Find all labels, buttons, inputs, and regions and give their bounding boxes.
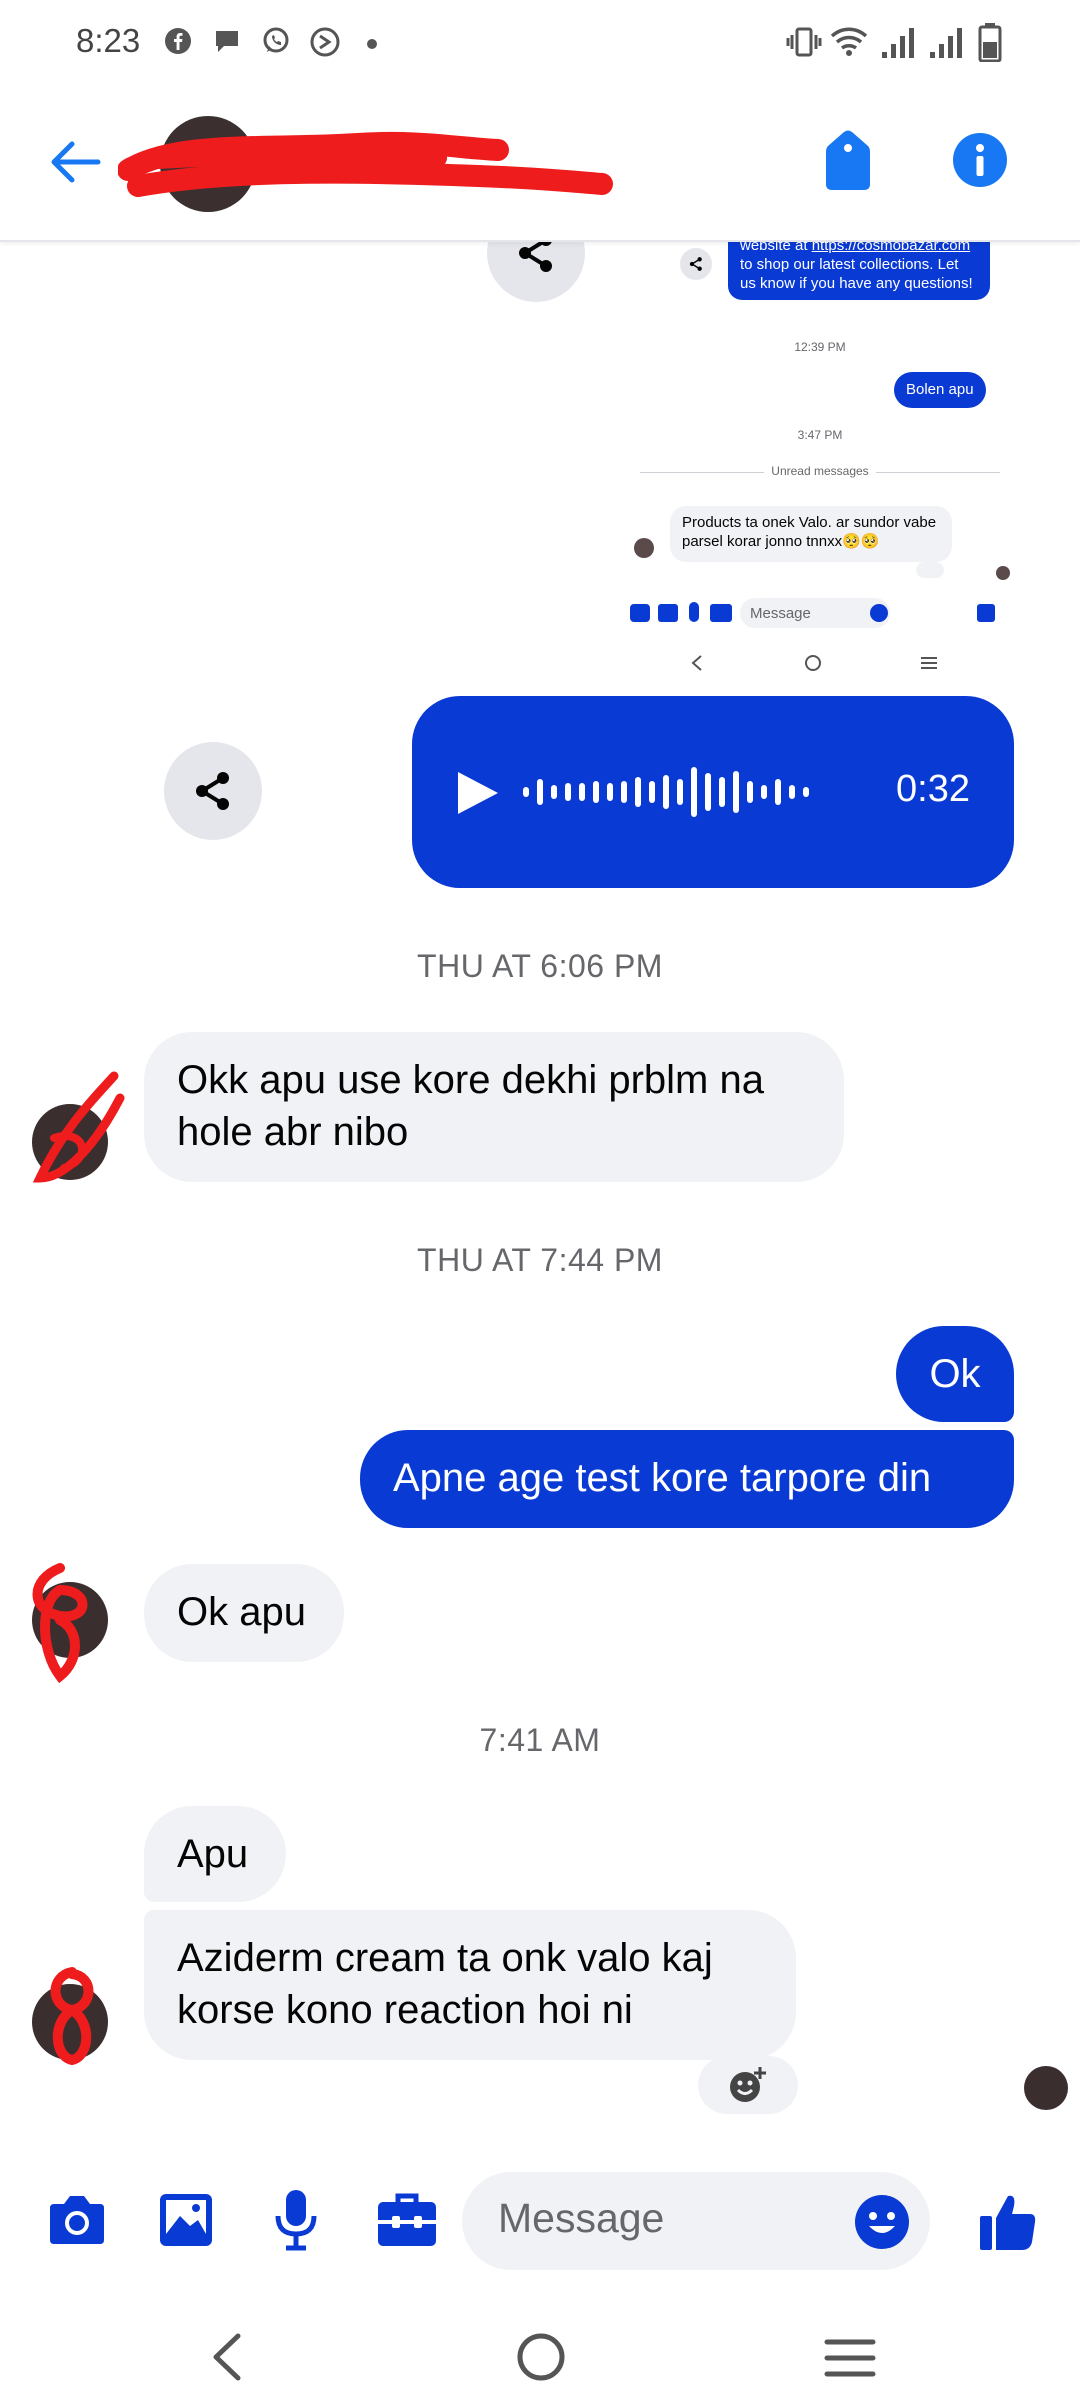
thumb-top-message-link: https://cosmobazar.com xyxy=(811,240,971,254)
signal-strength-sim2-icon xyxy=(930,28,962,58)
shared-screenshot-image[interactable]: website at https://cosmobazar.com to sho… xyxy=(620,240,1020,686)
share-icon xyxy=(196,772,229,810)
add-reaction-button[interactable] xyxy=(698,2056,798,2114)
thumb-react-button xyxy=(916,562,944,578)
status-time: 8:23 xyxy=(76,22,141,59)
thumb-top-message-prefix: website at xyxy=(740,240,812,254)
whatsapp-notification-icon xyxy=(263,27,289,53)
status-bar: 8:23 xyxy=(0,0,1080,88)
audio-waveform xyxy=(523,767,809,817)
back-arrow-icon[interactable] xyxy=(48,138,104,186)
thumb-nav-recents-icon xyxy=(921,657,937,669)
tag-icon[interactable] xyxy=(822,128,874,192)
timestamp: THU AT 6:06 PM xyxy=(417,948,663,984)
thumb-timestamp-2: 3:47 PM xyxy=(797,428,843,442)
incoming-message[interactable]: Okk apu use kore dekhi prblm na hole abr… xyxy=(144,1032,844,1182)
thumb-nav-back-icon xyxy=(691,655,702,671)
camera-icon[interactable] xyxy=(46,2194,108,2248)
thumb-unread-divider: Unread messages xyxy=(771,464,869,478)
nav-recents-icon[interactable] xyxy=(824,2338,876,2378)
thumb-gallery-icon xyxy=(658,604,678,622)
conversation-header xyxy=(0,88,1080,242)
voice-duration: 0:32 xyxy=(896,768,970,810)
thumb-like-icon xyxy=(977,604,995,622)
toolbox-icon[interactable] xyxy=(376,2192,438,2248)
messenger-notification-icon xyxy=(216,31,238,52)
nav-back-icon[interactable] xyxy=(208,2332,244,2382)
info-icon[interactable] xyxy=(952,132,1008,188)
add-reaction-icon xyxy=(730,2067,766,2102)
redaction-scribble xyxy=(118,131,613,197)
thumb-share-icon xyxy=(680,248,712,280)
timestamp: THU AT 7:44 PM xyxy=(417,1242,663,1278)
share-button-2[interactable] xyxy=(164,742,262,840)
thumb-received-message: Products ta onek Valo. ar sundor vabe pa… xyxy=(670,506,952,562)
voice-message-bubble[interactable]: 0:32 xyxy=(412,696,1014,888)
thumb-avatar xyxy=(634,538,654,558)
incoming-message[interactable]: Ok apu xyxy=(144,1564,344,1662)
thumb-top-message: website at https://cosmobazar.com to sho… xyxy=(728,240,990,300)
thumb-sent-message: Bolen apu xyxy=(894,372,986,408)
battery-icon xyxy=(978,23,1002,62)
outgoing-message[interactable]: Apne age test kore tarpore din xyxy=(360,1430,1014,1528)
thumb-top-message-suffix: to shop our latest collections. Let us k… xyxy=(740,256,973,292)
gallery-icon[interactable] xyxy=(158,2192,214,2248)
outgoing-message[interactable]: Ok xyxy=(896,1326,1014,1422)
thumb-mic-icon xyxy=(689,602,699,622)
vibrate-icon xyxy=(786,27,822,57)
thumb-camera-icon xyxy=(630,604,650,622)
read-receipt-avatar xyxy=(1024,2066,1068,2110)
timestamp: 7:41 AM xyxy=(479,1722,601,1758)
thumb-timestamp-1: 12:39 PM xyxy=(794,340,846,354)
thumb-message-placeholder: Message xyxy=(750,605,811,622)
thumb-toolbox-icon xyxy=(710,604,732,622)
incoming-message[interactable]: Apu xyxy=(144,1806,286,1902)
signal-strength-icon xyxy=(882,28,914,58)
more-notifications-dot xyxy=(367,39,377,49)
thumbs-up-icon[interactable] xyxy=(978,2192,1038,2252)
microphone-icon[interactable] xyxy=(274,2188,318,2252)
wifi-icon xyxy=(830,27,868,56)
nav-home-icon[interactable] xyxy=(516,2332,566,2382)
facebook-notification-icon xyxy=(165,28,191,54)
thumb-read-avatar xyxy=(996,566,1010,580)
incoming-message[interactable]: Aziderm cream ta onk valo kaj korse kono… xyxy=(144,1910,796,2060)
redaction-scribble xyxy=(32,1071,125,1183)
play-icon[interactable] xyxy=(454,770,500,816)
thumb-message-input: Message xyxy=(740,598,890,628)
redaction-scribble xyxy=(50,1967,94,2066)
android-navigation-bar xyxy=(0,2290,1080,2408)
message-input-container[interactable] xyxy=(462,2172,930,2270)
circle-arrow-notification-icon xyxy=(310,27,340,57)
emoji-icon[interactable] xyxy=(854,2194,910,2250)
thumb-divider-right xyxy=(876,472,1000,473)
thumb-emoji-icon xyxy=(870,604,888,622)
redaction-scribble xyxy=(32,1563,88,1684)
message-input[interactable] xyxy=(496,2194,840,2243)
thumb-nav-home-icon xyxy=(805,655,821,671)
